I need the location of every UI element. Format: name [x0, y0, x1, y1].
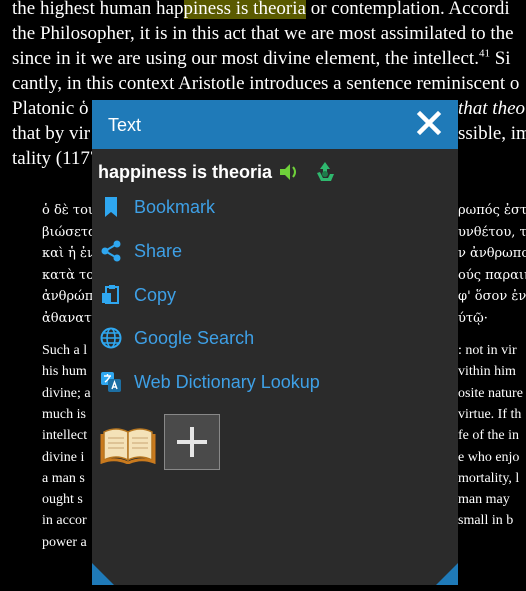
- close-icon[interactable]: [414, 108, 444, 138]
- text-line: υνθέτου, το: [458, 224, 526, 240]
- text-line: divine; a: [42, 385, 91, 401]
- bookmark-icon: [105, 197, 117, 217]
- recycle-icon[interactable]: [314, 161, 336, 183]
- selected-text-row: happiness is theoria: [98, 158, 336, 186]
- footnote-ref[interactable]: 41: [479, 48, 490, 60]
- popup-header: Text: [92, 100, 458, 149]
- text-line: φ' ὅσον ἐνδ: [458, 289, 526, 304]
- text-line: ὁ δὲ τοι: [42, 203, 94, 218]
- add-button[interactable]: [164, 414, 220, 470]
- text-line: ssible, im: [458, 123, 526, 144]
- text-line: ούς παραιν: [458, 267, 526, 283]
- text-line: man may: [458, 492, 510, 508]
- dictionary-book-icon[interactable]: [100, 422, 156, 464]
- text-line: power a: [42, 534, 87, 550]
- text-line: Such a l: [42, 343, 88, 358]
- text-line: intellect: [42, 428, 88, 444]
- copy-menu-item[interactable]: Copy: [100, 280, 176, 310]
- copy-label: Copy: [134, 284, 177, 305]
- text-line: virtue. If th: [458, 406, 522, 422]
- text-line: osite nature: [458, 385, 523, 401]
- popup-title: Text: [108, 115, 142, 135]
- text-line: : not in vir: [458, 343, 517, 358]
- text-popup: Text happiness is theoria Bookmark Share: [92, 100, 458, 585]
- highlighted-text[interactable]: piness is theoria: [183, 0, 306, 19]
- copy-icon: [102, 285, 119, 304]
- web-dictionary-menu-item[interactable]: Web Dictionary Lookup: [100, 367, 320, 397]
- text-line: ἀθανατί: [42, 310, 97, 326]
- text-line: cantly, in this context Aristotle introd…: [12, 73, 520, 94]
- selected-text: happiness is theoria: [98, 161, 273, 182]
- text-line: mortality, l: [458, 470, 520, 486]
- text-line: much is: [42, 406, 86, 422]
- share-icon: [101, 240, 121, 262]
- text-line: ought s: [42, 492, 83, 508]
- plus-icon: [177, 427, 207, 457]
- speaker-icon[interactable]: [278, 161, 300, 183]
- resize-handle-left[interactable]: [92, 563, 114, 585]
- text-line: fe of the in: [458, 428, 520, 444]
- text-line: ν ἀνθρωπο: [458, 246, 526, 261]
- text-line: since in it we are using our most divine…: [12, 47, 511, 69]
- text-line: ἀνθρώπι: [42, 289, 99, 304]
- resize-handle-right[interactable]: [436, 563, 458, 585]
- text-line: in accor: [42, 513, 87, 529]
- text-line: vithin him: [458, 364, 516, 380]
- text-line: e who enjo: [458, 449, 520, 465]
- text-line: a man s: [42, 470, 85, 486]
- text-line: ύτῷ·: [458, 310, 488, 326]
- bookmark-menu-item[interactable]: Bookmark: [100, 192, 215, 222]
- google-search-label: Google Search: [134, 327, 255, 348]
- text-line: the highest human happiness is theoria o…: [12, 0, 510, 19]
- text-line: the Philosopher, it is in this act that …: [12, 23, 514, 44]
- text-line: ρωπός ἐστι: [458, 203, 526, 218]
- share-label: Share: [134, 240, 183, 261]
- text-line: tality (1177: [12, 148, 100, 169]
- text-line: his hum: [42, 364, 87, 380]
- text-line: small in b: [458, 513, 514, 529]
- google-search-menu-item[interactable]: Google Search: [100, 323, 254, 353]
- text-line: Platonic ὁ: [12, 98, 89, 119]
- text-line: κατὰ το: [42, 267, 95, 283]
- web-dictionary-label: Web Dictionary Lookup: [134, 371, 320, 392]
- text-line: that theo: [458, 98, 526, 119]
- share-menu-item[interactable]: Share: [100, 236, 182, 266]
- text-line: βιώσετα: [42, 224, 97, 240]
- globe-icon: [100, 327, 122, 349]
- text-line: divine i: [42, 449, 85, 465]
- bookmark-label: Bookmark: [134, 196, 216, 217]
- translate-icon: [101, 372, 121, 392]
- text-line: that by vir: [12, 123, 91, 144]
